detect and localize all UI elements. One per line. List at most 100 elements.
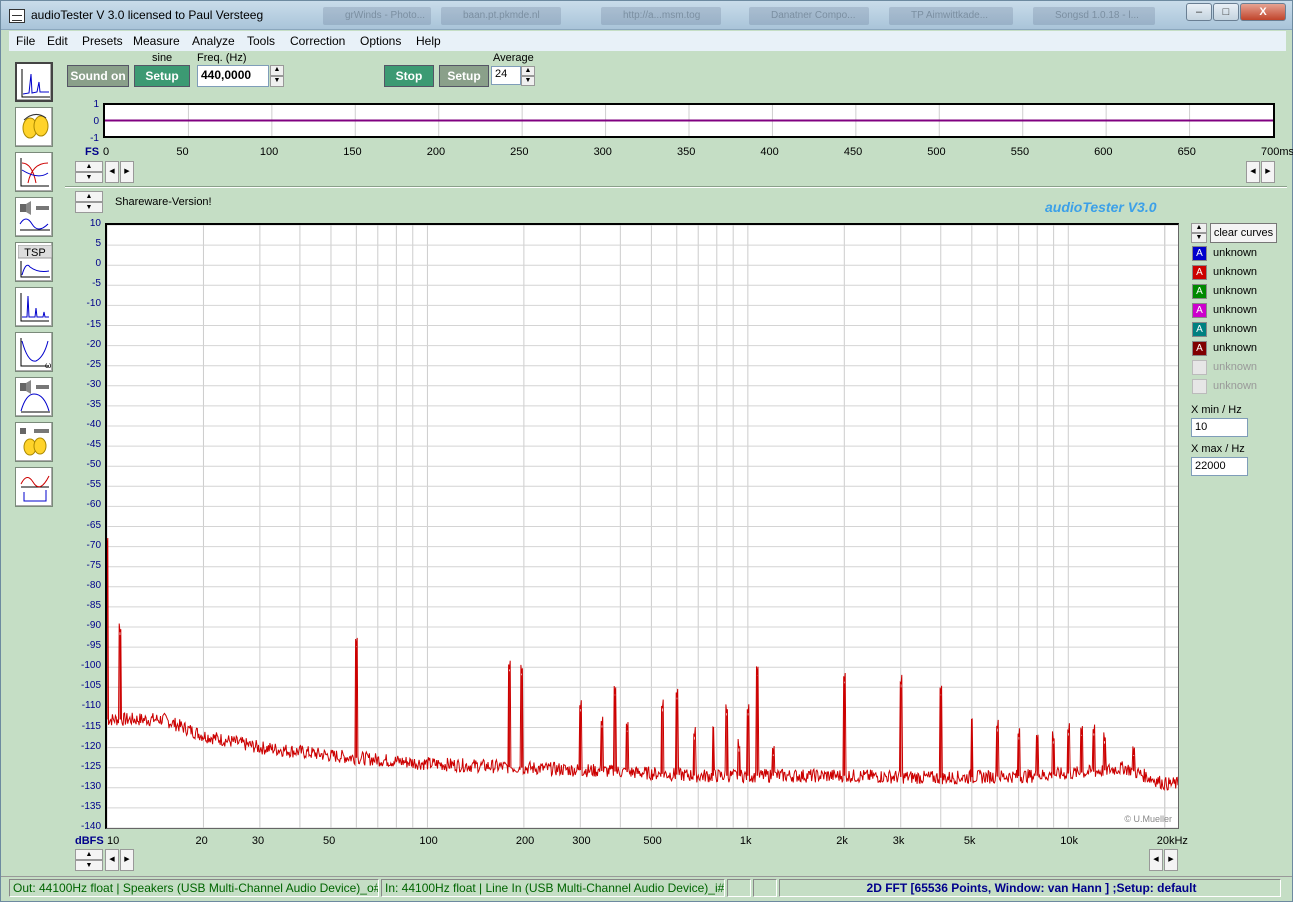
average-down-spinner[interactable]: ▼ bbox=[521, 76, 535, 86]
menu-measure[interactable]: Measure bbox=[133, 34, 180, 48]
spectrum-y-tick: -75 bbox=[86, 559, 101, 571]
spectrum-freq-left-button[interactable]: ◀ bbox=[1149, 849, 1163, 871]
scope-zoom-down-button[interactable]: ▼ bbox=[75, 172, 103, 183]
background-taskbar-item: baan.pt.pkmde.nl bbox=[441, 7, 561, 25]
analyzer-setup-button[interactable]: Setup bbox=[439, 65, 489, 87]
spectrum-y-tick: -80 bbox=[86, 579, 101, 591]
scope-scroll-right-button[interactable]: ▶ bbox=[120, 161, 134, 183]
frequency-up-spinner[interactable]: ▲ bbox=[270, 65, 284, 76]
spectrum-y-down-button[interactable]: ▼ bbox=[75, 860, 103, 871]
spectrum-x-tick: 10k bbox=[1060, 835, 1079, 847]
scope-time-left-button[interactable]: ◀ bbox=[1246, 161, 1260, 183]
spectrum-y-tick: -65 bbox=[86, 519, 101, 531]
impedance-tool-button[interactable]: ω bbox=[15, 332, 53, 372]
scope-y-tick: 0 bbox=[93, 116, 99, 127]
menu-tools[interactable]: Tools bbox=[247, 34, 275, 48]
spectrum-y-tick: -5 bbox=[92, 278, 101, 290]
scope-x-tick: 500 bbox=[927, 146, 946, 158]
xmin-input[interactable]: 10 bbox=[1191, 418, 1248, 437]
spectrum-tool-button[interactable] bbox=[15, 62, 53, 102]
filter-tool-button[interactable] bbox=[15, 152, 53, 192]
menu-presets[interactable]: Presets bbox=[82, 34, 123, 48]
spectrum-x-tick: 100 bbox=[419, 835, 438, 847]
menu-correction[interactable]: Correction bbox=[290, 34, 345, 48]
speaker-response-tool-button[interactable] bbox=[15, 197, 53, 237]
scope-scroll-left-button[interactable]: ◀ bbox=[105, 161, 119, 183]
spectrum-y-tick: -105 bbox=[80, 680, 101, 692]
spectrum-y-tick: -135 bbox=[80, 800, 101, 812]
spectrum-y-tick: -55 bbox=[86, 479, 101, 491]
spectrum-chart[interactable]: © U.Mueller bbox=[105, 223, 1179, 829]
tsp-icon: TSP bbox=[18, 245, 52, 278]
scope-x-tick: 50 bbox=[176, 146, 189, 158]
spectrum-y-tick: -10 bbox=[86, 298, 101, 310]
background-taskbar-item: Songsd 1.0.18 - l... bbox=[1033, 7, 1155, 25]
headphone-microphone-icon bbox=[20, 428, 49, 456]
scope-x-tick: 350 bbox=[677, 146, 696, 158]
curve-checkbox[interactable]: A bbox=[1192, 303, 1207, 318]
close-button[interactable]: X bbox=[1240, 3, 1286, 21]
brand-label: audioTester V3.0 bbox=[1045, 199, 1157, 215]
clear-curves-button[interactable]: clear curves bbox=[1210, 223, 1277, 243]
harmonics-icon bbox=[20, 293, 49, 322]
scope-x-tick: 100 bbox=[259, 146, 279, 158]
background-taskbar-item: http://a...msm.tog bbox=[601, 7, 721, 25]
curve-label: unknown bbox=[1213, 266, 1258, 278]
average-up-spinner[interactable]: ▲ bbox=[521, 66, 535, 76]
curve-label: unknown bbox=[1213, 285, 1258, 297]
spectrum-x-tick: 20kHz bbox=[1156, 835, 1188, 847]
scope-x-tick: 0 bbox=[103, 146, 110, 158]
distortion-tool-button[interactable] bbox=[15, 287, 53, 327]
scope-zoom-up-button[interactable]: ▲ bbox=[75, 161, 103, 172]
curve-checkbox[interactable] bbox=[1192, 379, 1207, 394]
menu-options[interactable]: Options bbox=[360, 34, 401, 48]
stop-button[interactable]: Stop bbox=[384, 65, 434, 87]
frequency-input[interactable]: 440,0000 bbox=[197, 65, 269, 87]
frequency-down-spinner[interactable]: ▼ bbox=[270, 76, 284, 87]
legend-up-spinner[interactable]: ▲ bbox=[1191, 223, 1207, 233]
scope-time-right-button[interactable]: ▶ bbox=[1261, 161, 1275, 183]
menu-help[interactable]: Help bbox=[416, 34, 441, 48]
tsp-tool-button[interactable]: TSP bbox=[15, 242, 53, 282]
average-input[interactable]: 24 bbox=[491, 66, 521, 85]
spectrum-scroll-left-button[interactable]: ◀ bbox=[105, 849, 119, 871]
analysis-mode-status: 2D FFT [65536 Points, Window: van Hann ]… bbox=[779, 879, 1281, 897]
spectrum-freq-right-button[interactable]: ▶ bbox=[1164, 849, 1178, 871]
generator-setup-button[interactable]: Setup bbox=[134, 65, 190, 87]
spectrum-y-up-button[interactable]: ▲ bbox=[75, 849, 103, 860]
menu-edit[interactable]: Edit bbox=[47, 34, 68, 48]
spectrum-y-tick: -60 bbox=[86, 499, 101, 511]
spectrum-range-down-button[interactable]: ▼ bbox=[75, 202, 103, 213]
sound-on-button[interactable]: Sound on bbox=[67, 65, 129, 87]
menu-analyze[interactable]: Analyze bbox=[192, 34, 235, 48]
oscilloscope-chart[interactable] bbox=[103, 103, 1275, 138]
spectrum-x-tick: 500 bbox=[643, 835, 662, 847]
spectrum-range-up-button[interactable]: ▲ bbox=[75, 191, 103, 202]
oscilloscope-tool-button[interactable] bbox=[15, 107, 53, 147]
xmax-input[interactable]: 22000 bbox=[1191, 457, 1248, 476]
title-bar[interactable]: audioTester V 3.0 licensed to Paul Verst… bbox=[1, 1, 1292, 30]
curve-checkbox[interactable] bbox=[1192, 360, 1207, 375]
curve-checkbox[interactable]: A bbox=[1192, 322, 1207, 337]
xmax-label: X max / Hz bbox=[1191, 443, 1245, 455]
speaker-box-tool-button[interactable] bbox=[15, 377, 53, 417]
spectrum-scroll-right-button[interactable]: ▶ bbox=[120, 849, 134, 871]
scope-x-tick: 700ms bbox=[1261, 146, 1293, 158]
step-response-tool-button[interactable] bbox=[15, 467, 53, 507]
speaker-box-icon bbox=[20, 380, 50, 413]
minimize-button[interactable]: – bbox=[1186, 3, 1212, 21]
curve-checkbox[interactable]: A bbox=[1192, 265, 1207, 280]
curve-checkbox[interactable]: A bbox=[1192, 341, 1207, 356]
curve-checkbox[interactable]: A bbox=[1192, 246, 1207, 261]
background-taskbar-item: TP Aimwittkade... bbox=[889, 7, 1013, 25]
legend-down-spinner[interactable]: ▼ bbox=[1191, 233, 1207, 243]
speaker-microphone-icon bbox=[19, 201, 50, 231]
curve-label: unknown bbox=[1213, 380, 1258, 392]
maximize-button[interactable]: □ bbox=[1213, 3, 1239, 21]
menu-file[interactable]: File bbox=[16, 34, 35, 48]
shareware-notice: Shareware-Version! bbox=[115, 196, 212, 208]
scope-x-tick: 300 bbox=[593, 146, 612, 158]
panel-divider bbox=[65, 186, 1287, 188]
curve-checkbox[interactable]: A bbox=[1192, 284, 1207, 299]
headphone-tool-button[interactable] bbox=[15, 422, 53, 462]
